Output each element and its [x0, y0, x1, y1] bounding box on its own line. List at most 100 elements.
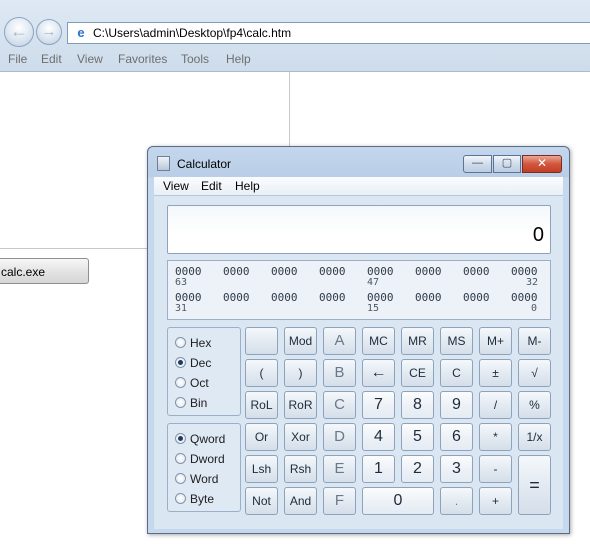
digit-5-key[interactable]: 5: [401, 423, 434, 451]
bit-group[interactable]: 0000: [223, 291, 250, 304]
rol-key[interactable]: RoL: [245, 391, 278, 419]
address-bar[interactable]: e C:\Users\admin\Desktop\fp4\calc.htm: [67, 22, 590, 44]
radio-circle-selected[interactable]: [175, 357, 186, 368]
calculator-display: 0: [167, 205, 551, 254]
ie-page-icon: e: [77, 25, 85, 40]
horizontal-rule: [0, 248, 148, 249]
hex-f-key[interactable]: F: [323, 487, 356, 515]
backspace-key[interactable]: ←: [362, 359, 395, 387]
calc-menu-view[interactable]: View: [163, 179, 189, 193]
radio-circle[interactable]: [175, 493, 186, 504]
bit-group[interactable]: 0000: [415, 291, 442, 304]
word-size-radio-group: Qword Dword Word Byte: [167, 423, 241, 512]
menu-favorites[interactable]: Favorites: [118, 52, 167, 66]
lsh-key[interactable]: Lsh: [245, 455, 278, 483]
digit-1-key[interactable]: 1: [362, 455, 395, 483]
digit-0-key[interactable]: 0: [362, 487, 434, 515]
menu-help[interactable]: Help: [226, 52, 251, 66]
bit-index: 63: [175, 277, 188, 288]
menu-edit[interactable]: Edit: [41, 52, 62, 66]
display-value: 0: [532, 224, 544, 246]
xor-key[interactable]: Xor: [284, 423, 317, 451]
bit-group[interactable]: 0000: [271, 265, 298, 278]
frame-divider: [289, 72, 290, 150]
sqrt-key[interactable]: √: [518, 359, 551, 387]
radio-label: Qword: [190, 432, 226, 446]
digit-7-key[interactable]: 7: [362, 391, 395, 419]
reciprocal-key[interactable]: 1/x: [518, 423, 551, 451]
radio-circle[interactable]: [175, 397, 186, 408]
multiply-key[interactable]: *: [479, 423, 512, 451]
bit-group[interactable]: 0000: [463, 265, 490, 278]
back-button[interactable]: ←: [4, 17, 34, 47]
digit-8-key[interactable]: 8: [401, 391, 434, 419]
not-key[interactable]: Not: [245, 487, 278, 515]
digit-2-key[interactable]: 2: [401, 455, 434, 483]
bit-group[interactable]: 0000: [415, 265, 442, 278]
or-key[interactable]: Or: [245, 423, 278, 451]
calculator-window: Calculator — ▢ ✕ View Edit Help 0 0000 0…: [147, 146, 570, 534]
radio-label: Hex: [190, 336, 212, 350]
bit-row-low: 0000 0000 0000 0000 0000 0000 0000 0000: [168, 291, 550, 304]
hex-e-key[interactable]: E: [323, 455, 356, 483]
bit-group[interactable]: 0000: [223, 265, 250, 278]
radio-circle[interactable]: [175, 453, 186, 464]
ror-key[interactable]: RoR: [284, 391, 317, 419]
calculator-titlebar[interactable]: Calculator — ▢ ✕: [148, 147, 569, 177]
hex-a-key[interactable]: A: [323, 327, 356, 355]
calc-menu-help[interactable]: Help: [235, 179, 260, 193]
bit-group[interactable]: 0000: [463, 291, 490, 304]
hex-d-key[interactable]: D: [323, 423, 356, 451]
clear-key[interactable]: C: [440, 359, 473, 387]
digit-6-key[interactable]: 6: [440, 423, 473, 451]
m-minus-key[interactable]: M-: [518, 327, 551, 355]
radio-circle[interactable]: [175, 377, 186, 388]
hex-b-key[interactable]: B: [323, 359, 356, 387]
bit-group[interactable]: 0000: [271, 291, 298, 304]
equals-key[interactable]: =: [518, 455, 551, 515]
calculator-title: Calculator: [177, 157, 232, 171]
hex-c-key[interactable]: C: [323, 391, 356, 419]
subtract-key[interactable]: -: [479, 455, 512, 483]
maximize-button[interactable]: ▢: [493, 155, 521, 173]
mr-key[interactable]: MR: [401, 327, 434, 355]
minimize-button[interactable]: —: [463, 155, 492, 173]
calc-exe-button[interactable]: calc.exe: [0, 258, 89, 284]
rsh-key[interactable]: Rsh: [284, 455, 317, 483]
divide-key[interactable]: /: [479, 391, 512, 419]
forward-button[interactable]: →: [36, 19, 62, 45]
digit-9-key[interactable]: 9: [440, 391, 473, 419]
digit-4-key[interactable]: 4: [362, 423, 395, 451]
open-paren-key[interactable]: (: [245, 359, 278, 387]
bit-index: 32: [526, 277, 539, 288]
mod-key[interactable]: Mod: [284, 327, 317, 355]
radio-label: Dword: [190, 452, 225, 466]
bit-group[interactable]: 0000: [319, 291, 346, 304]
menu-view[interactable]: View: [77, 52, 103, 66]
ce-key[interactable]: CE: [401, 359, 434, 387]
radio-circle-selected[interactable]: [175, 433, 186, 444]
calc-menu-edit[interactable]: Edit: [201, 179, 222, 193]
close-paren-key[interactable]: ): [284, 359, 317, 387]
decimal-key[interactable]: .: [440, 487, 473, 515]
m-plus-key[interactable]: M+: [479, 327, 512, 355]
radio-label: Oct: [190, 376, 209, 390]
close-button[interactable]: ✕: [522, 155, 562, 173]
menu-tools[interactable]: Tools: [181, 52, 209, 66]
browser-toolbar: ← → e C:\Users\admin\Desktop\fp4\calc.ht…: [0, 0, 590, 72]
bit-display-panel: 0000 0000 0000 0000 0000 0000 0000 0000 …: [167, 260, 551, 320]
negate-key[interactable]: ±: [479, 359, 512, 387]
percent-key[interactable]: %: [518, 391, 551, 419]
digit-3-key[interactable]: 3: [440, 455, 473, 483]
radio-circle[interactable]: [175, 337, 186, 348]
menu-file[interactable]: File: [8, 52, 27, 66]
mc-key[interactable]: MC: [362, 327, 395, 355]
radio-circle[interactable]: [175, 473, 186, 484]
ms-key[interactable]: MS: [440, 327, 473, 355]
and-key[interactable]: And: [284, 487, 317, 515]
bit-group[interactable]: 0000: [319, 265, 346, 278]
bit-index: 47: [367, 277, 380, 288]
add-key[interactable]: +: [479, 487, 512, 515]
address-text[interactable]: C:\Users\admin\Desktop\fp4\calc.htm: [93, 26, 291, 40]
bit-row-high: 0000 0000 0000 0000 0000 0000 0000 0000: [168, 265, 550, 278]
